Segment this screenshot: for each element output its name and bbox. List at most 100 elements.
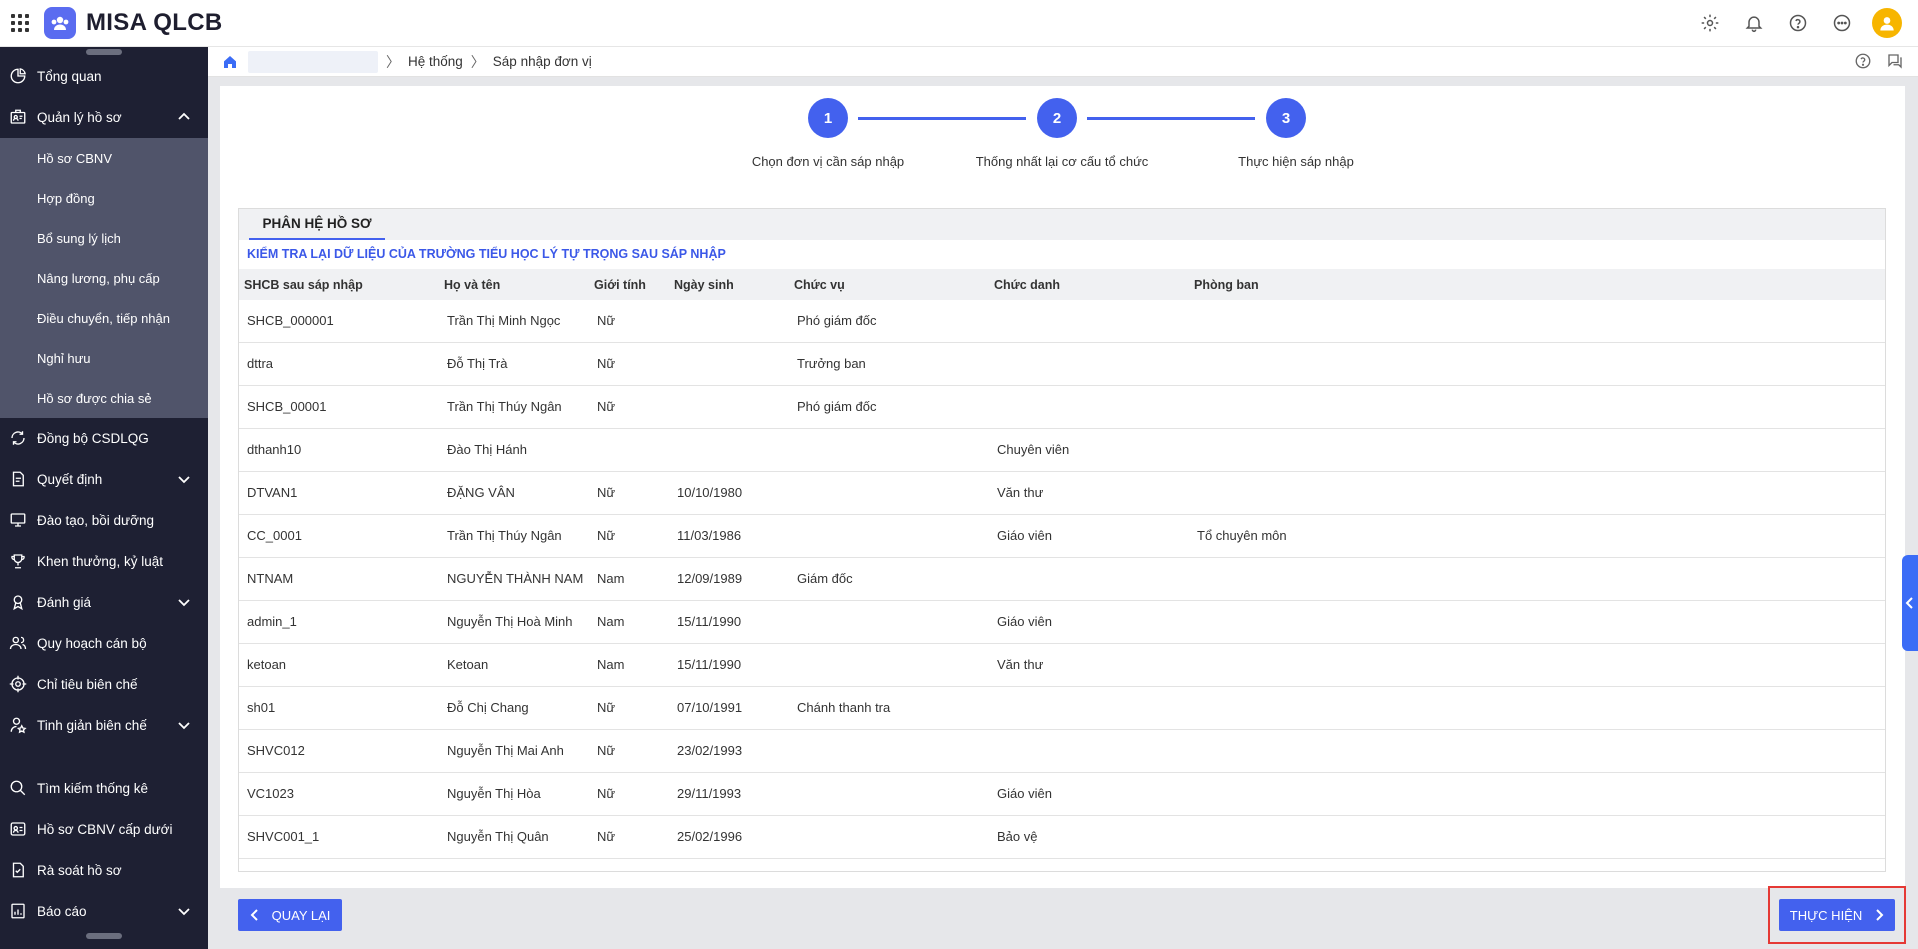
breadcrumb-label: Sáp nhập đơn vị [492,54,592,69]
section-subtitle: KIỂM TRA LẠI DỮ LIỆU CỦA TRƯỜNG TIỂU HỌC… [247,247,726,261]
chevron-left-icon [250,909,258,921]
step-1-circle[interactable]: 1 [808,98,848,138]
sidebar-item-ra-soat[interactable]: Rà soát hồ sơ [0,850,208,890]
top-bar: MISA QLCB [0,0,1918,47]
cell-ho-ten: Nguyễn Thị Hòa [447,786,541,801]
breadcrumb-label: Hệ thống [408,54,463,69]
sidebar-subitem-nghi-huu[interactable]: Nghỉ hưu [0,338,208,378]
table-row[interactable]: CC_0001 Trần Thị Thúy Ngân Nữ 11/03/1986 Giá… [239,515,1885,558]
sidebar-subitem-ho-so-chia-se[interactable]: Hồ sơ được chia sẻ [0,378,208,418]
user-star-icon [8,715,28,735]
sidebar-item-label: Đánh giá [37,594,92,610]
cell-ngay-sinh: 23/02/1993 [677,743,743,758]
sidebar-item-quy-hoach[interactable]: Quy hoạch cán bộ [0,623,208,663]
cell-ho-ten: Trần Thị Minh Ngọc [447,313,561,328]
cell-gioi-tinh: Nam [597,657,625,672]
column-header-chuc-danh[interactable]: Chức danh [994,278,1060,292]
sidebar-item-tim-kiem[interactable]: Tìm kiếm thống kê [0,768,208,808]
column-header-gioi-tinh[interactable]: Giới tính [594,278,646,292]
column-header-phong-ban[interactable]: Phòng ban [1194,278,1259,292]
cell-gioi-tinh: Nam [597,614,625,629]
feedback-icon[interactable] [1886,52,1904,73]
sidebar-subitem-bo-sung-ly-lich[interactable]: Bổ sung lý lịch [0,218,208,258]
sidebar-subitem-nang-luong[interactable]: Nâng lương, phụ cấp [0,258,208,298]
table-row[interactable]: dttra Đỗ Thị Trà Nữ Trưởng ban [239,343,1885,386]
sidebar-item-quan-ly-ho-so[interactable]: Quản lý hồ sơ [0,97,208,137]
sidebar-scroll-down[interactable] [86,933,122,939]
sidebar-item-label: Đào tạo, bồi dưỡng [37,512,154,528]
cell-ho-ten: Nguyễn Thị Mai Anh [447,743,564,758]
cell-gioi-tinh: Nữ [597,356,616,371]
cell-ngay-sinh: 10/10/1980 [677,485,743,500]
sidebar-subitem-dieu-chuyen[interactable]: Điều chuyển, tiếp nhận [0,298,208,338]
table-row[interactable]: SHVC012 Nguyễn Thị Mai Anh Nữ 23/02/1993 [239,730,1885,773]
cell-chuc-danh: Bảo vệ [997,829,1038,844]
column-header-chuc-vu[interactable]: Chức vụ [794,278,845,292]
table-row[interactable]: SHCB_00001 Trần Thị Thúy Ngân Nữ Phó giám đ… [239,386,1885,429]
cell-ho-ten: ĐẶNG VÂN [447,485,515,500]
page-help-icon[interactable] [1854,52,1872,73]
step-3-circle[interactable]: 3 [1266,98,1306,138]
table-row[interactable]: SHVC001_1 Nguyễn Thị Quân Nữ 25/02/1996 Bảo … [239,816,1885,859]
pie-chart-icon [8,66,28,86]
back-button[interactable]: QUAY LẠI [238,899,342,931]
home-icon[interactable] [220,52,240,72]
sidebar-item-bao-cao[interactable]: Báo cáo [0,891,208,931]
document-icon [8,469,28,489]
cell-gioi-tinh: Nam [597,571,625,586]
cell-gioi-tinh: Nữ [597,700,616,715]
column-header-ho-ten[interactable]: Họ và tên [444,278,500,292]
collapse-panel-handle[interactable] [1902,555,1918,651]
settings-icon[interactable] [1696,9,1724,37]
sidebar-item-tinh-gian[interactable]: Tinh giản biên chế [0,705,208,745]
chevron-right-icon: 〉 [386,53,400,70]
table-row[interactable]: DTVAN1 ĐẶNG VÂN Nữ 10/10/1980 Văn thư [239,472,1885,515]
monitor-icon [8,510,28,530]
sidebar-subitem-ho-so-cbnv[interactable]: Hồ sơ CBNV [0,138,208,178]
cell-chuc-vu: Trưởng ban [797,356,866,371]
step-2-circle[interactable]: 2 [1037,98,1077,138]
cell-ho-ten: Nguyễn Thị Quân [447,829,549,844]
tab-phan-he-ho-so[interactable]: PHÂN HỆ HỒ SƠ [249,209,385,240]
table-row[interactable]: ketoan Ketoan Nam 15/11/1990 Văn thư [239,644,1885,687]
table-row[interactable]: NTNAM NGUYỄN THÀNH NAM Nam 12/09/1989 Giám đ… [239,558,1885,601]
table-row[interactable]: SHCB_000001 Trần Thị Minh Ngọc Nữ Phó giám … [239,300,1885,343]
sidebar-item-label: Tổng quan [37,68,102,84]
execute-button[interactable]: THỰC HIỆN [1779,899,1895,931]
sidebar-item-label: Tinh giản biên chế [37,717,147,733]
sidebar-item-ho-so-cap-duoi[interactable]: Hồ sơ CBNV cấp dưới [0,809,208,849]
sidebar-item-dong-bo[interactable]: Đồng bộ CSDLQG [0,418,208,458]
sidebar-scroll-up[interactable] [86,49,122,55]
user-avatar[interactable] [1872,8,1902,38]
table-row[interactable]: sh01 Đỗ Chị Chang Nữ 07/10/1991 Chánh thanh … [239,687,1885,730]
cell-chuc-danh: Giáo viên [997,786,1052,801]
id-card-icon [8,107,28,127]
back-button-label: QUAY LẠI [271,907,331,923]
cell-ho-ten: Đỗ Chị Chang [447,700,529,715]
column-header-shcb[interactable]: SHCB sau sáp nhập [244,278,363,292]
cell-ho-ten: NGUYỄN THÀNH NAM [447,571,584,586]
sidebar-item-danh-gia[interactable]: Đánh giá [0,582,208,622]
cell-gioi-tinh: Nữ [597,786,616,801]
more-icon[interactable] [1828,9,1856,37]
sidebar-item-dao-tao[interactable]: Đào tạo, bồi dưỡng [0,500,208,540]
column-header-ngay-sinh[interactable]: Ngày sinh [674,278,734,292]
app-launcher-icon[interactable] [0,0,40,47]
table-row[interactable]: dthanh10 Đào Thị Hánh Chuyên viên [239,429,1885,472]
cell-gioi-tinh: Nữ [597,399,616,414]
breadcrumb-item-he-thong[interactable]: 〉 Hệ thống [386,52,463,72]
sync-icon [8,428,28,448]
chevron-down-icon [174,592,194,612]
cell-chuc-danh: Văn thư [997,657,1044,672]
help-icon[interactable] [1784,9,1812,37]
table-row[interactable]: VC1023 Nguyễn Thị Hòa Nữ 29/11/1993 Giáo viê… [239,773,1885,816]
sidebar-item-quyet-dinh[interactable]: Quyết định [0,459,208,499]
bell-icon[interactable] [1740,9,1768,37]
sidebar-subitem-hop-dong[interactable]: Hợp đồng [0,178,208,218]
sidebar-item-khen-thuong[interactable]: Khen thưởng, kỷ luật [0,541,208,581]
cell-shcb: dthanh10 [247,442,302,457]
cell-chuc-vu: Phó giám đốc [797,399,877,414]
sidebar-item-tong-quan[interactable]: Tổng quan [0,56,208,96]
table-row[interactable]: admin_1 Nguyễn Thị Hoà Minh Nam 15/11/1990 G… [239,601,1885,644]
sidebar-item-chi-tieu[interactable]: Chỉ tiêu biên chế [0,664,208,704]
